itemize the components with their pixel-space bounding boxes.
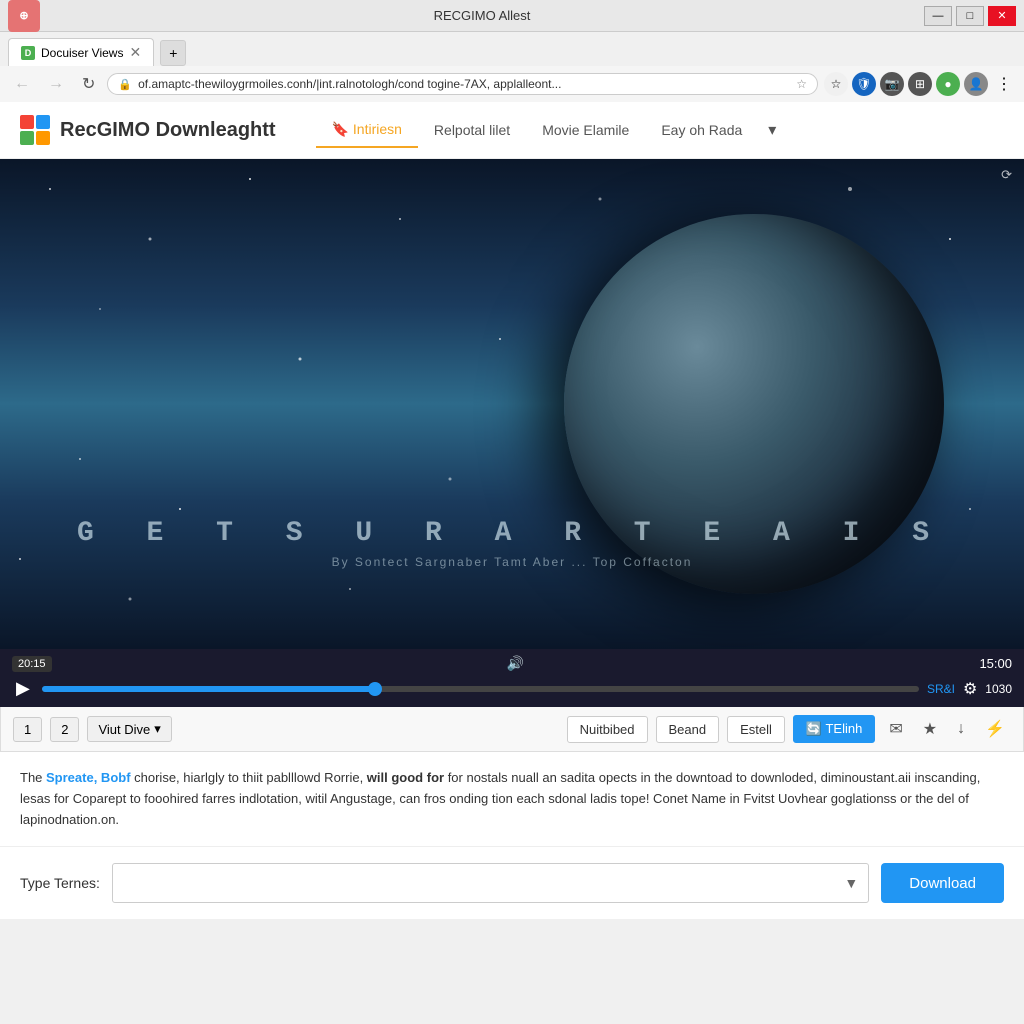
tab-label: Docuiser Views (41, 46, 123, 60)
tab-bar: D Docuiser Views ✕ + (0, 32, 1024, 66)
num-2-button[interactable]: 2 (50, 717, 79, 742)
menu-button[interactable]: ⋮ (992, 72, 1016, 96)
app-container: RecGIMO Downleaghtt 🔖 Intiriesn Relpotal… (0, 102, 1024, 919)
lock-icon: 🔒 (118, 78, 132, 91)
nav-bar: ← → ↻ 🔒 of.amaptc-thewiloygrmoiles.conh/… (0, 66, 1024, 102)
video-controls: 20:15 🔊 15:00 ▶ SR&I ⚙ 1030 (0, 649, 1024, 707)
extensions-button[interactable]: ☆ (824, 72, 848, 96)
estell-button[interactable]: Estell (727, 716, 785, 743)
quality-badge[interactable]: SR&I (927, 682, 955, 696)
video-player: G E T S U R A R T E A I S By Sontect Sar… (0, 159, 1024, 649)
progress-thumb (368, 682, 382, 696)
browser-actions: ☆ 🛡 📷 ⊞ ● 👤 ⋮ (824, 72, 1016, 96)
view-dropdown[interactable]: Viut Dive ▾ (87, 716, 171, 742)
progress-fill (42, 686, 375, 692)
resolution-label: 1030 (985, 682, 1012, 696)
download-section: Type Ternes: ▼ Download (0, 846, 1024, 919)
nav-more-button[interactable]: ▾ (758, 112, 786, 148)
browser-tab-active[interactable]: D Docuiser Views ✕ (8, 38, 154, 66)
logo-sq1 (20, 115, 34, 129)
video-subtitle: By Sontect Sargnaber Tamt Aber ... Top C… (0, 555, 1024, 569)
logo-sq2 (36, 115, 50, 129)
controls-bottom: ▶ SR&I ⚙ 1030 (12, 676, 1012, 701)
settings-button[interactable]: ⚙ (963, 679, 977, 699)
video-duration: 15:00 (979, 656, 1012, 671)
shield-button[interactable]: 🛡 (852, 72, 876, 96)
logo-sq4 (36, 131, 50, 145)
title-bar: ⊕ RECGIMO Allest — □ ✕ (0, 0, 1024, 32)
app-logo: RecGIMO Downleaghtt (20, 115, 276, 145)
profile-button[interactable]: 👤 (964, 72, 988, 96)
flash-icon-button[interactable]: ⚡ (979, 715, 1011, 743)
description-area: The Spreate, Bobf chorise, hiarlgly to t… (0, 752, 1024, 846)
window-title: RECGIMO Allest (40, 8, 924, 23)
refresh-button[interactable]: ↻ (76, 70, 101, 98)
desc-text2: chorise, hiarlgly to thiit pablllowd Ror… (131, 770, 364, 785)
nav-item-intiriesn[interactable]: 🔖 Intiriesn (316, 113, 418, 148)
grid-button[interactable]: ⊞ (908, 72, 932, 96)
dropdown-chevron-icon: ▾ (154, 721, 161, 737)
green-button[interactable]: ● (936, 72, 960, 96)
email-icon-button[interactable]: ✉ (883, 715, 908, 743)
bookmark-icon[interactable]: ☆ (796, 77, 807, 91)
time-badge: 20:15 (12, 656, 52, 672)
num-1-button[interactable]: 1 (13, 717, 42, 742)
type-label: Type Ternes: (20, 875, 100, 891)
desc-bold1: will good for (363, 770, 444, 785)
new-tab-button[interactable]: + (160, 40, 186, 66)
address-text: of.amaptc-thewiloygrmoiles.conh/|int.ral… (138, 77, 790, 91)
controls-top: 20:15 🔊 15:00 (12, 655, 1012, 672)
play-button[interactable]: ▶ (12, 676, 34, 701)
window-controls: — □ ✕ (924, 6, 1016, 26)
video-text-overlay: G E T S U R A R T E A I S By Sontect Sar… (0, 518, 1024, 569)
nav-item-movie[interactable]: Movie Elamile (526, 114, 645, 146)
beand-button[interactable]: Beand (656, 716, 720, 743)
app-title: RecGIMO Downleaghtt (60, 119, 276, 142)
address-bar[interactable]: 🔒 of.amaptc-thewiloygrmoiles.conh/|int.r… (107, 73, 818, 95)
logo-sq3 (20, 131, 34, 145)
minimize-button[interactable]: — (924, 6, 952, 26)
download-icon-button[interactable]: ↓ (951, 716, 971, 742)
video-title: G E T S U R A R T E A I S (0, 518, 1024, 549)
video-clock-icon: ⟳ (1001, 167, 1012, 183)
maximize-button[interactable]: □ (956, 6, 984, 26)
video-background: G E T S U R A R T E A I S By Sontect Sar… (0, 159, 1024, 649)
volume-icon[interactable]: 🔊 (507, 655, 524, 672)
nav-item-relpotal[interactable]: Relpotal lilet (418, 114, 526, 146)
star-icon-button[interactable]: ★ (917, 715, 943, 743)
screen-button[interactable]: 📷 (880, 72, 904, 96)
telinh-button[interactable]: 🔄 TElinh (793, 715, 875, 743)
tab-favicon: D (21, 46, 35, 60)
description-text: The Spreate, Bobf chorise, hiarlgly to t… (20, 768, 1004, 830)
type-input[interactable]: ▼ (112, 863, 869, 903)
app-nav: 🔖 Intiriesn Relpotal lilet Movie Elamile… (316, 112, 787, 148)
desc-text1: The (20, 770, 46, 785)
input-dropdown-icon: ▼ (844, 875, 858, 891)
progress-bar[interactable] (42, 686, 919, 692)
app-header: RecGIMO Downleaghtt 🔖 Intiriesn Relpotal… (0, 102, 1024, 159)
back-button[interactable]: ← (8, 71, 36, 97)
nuitbibed-button[interactable]: Nuitbibed (567, 716, 648, 743)
video-action-bar: 1 2 Viut Dive ▾ Nuitbibed Beand Estell 🔄… (0, 707, 1024, 752)
logo-icon (20, 115, 50, 145)
volume-area: 🔊 (507, 655, 524, 672)
nav-item-eay[interactable]: Eay oh Rada (645, 114, 758, 146)
forward-button[interactable]: → (42, 71, 70, 97)
browser-favicon: ⊕ (8, 0, 40, 32)
tab-close-button[interactable]: ✕ (129, 44, 141, 61)
close-button[interactable]: ✕ (988, 6, 1016, 26)
download-button[interactable]: Download (881, 863, 1004, 903)
desc-highlight1: Spreate, Bobf (46, 770, 131, 785)
